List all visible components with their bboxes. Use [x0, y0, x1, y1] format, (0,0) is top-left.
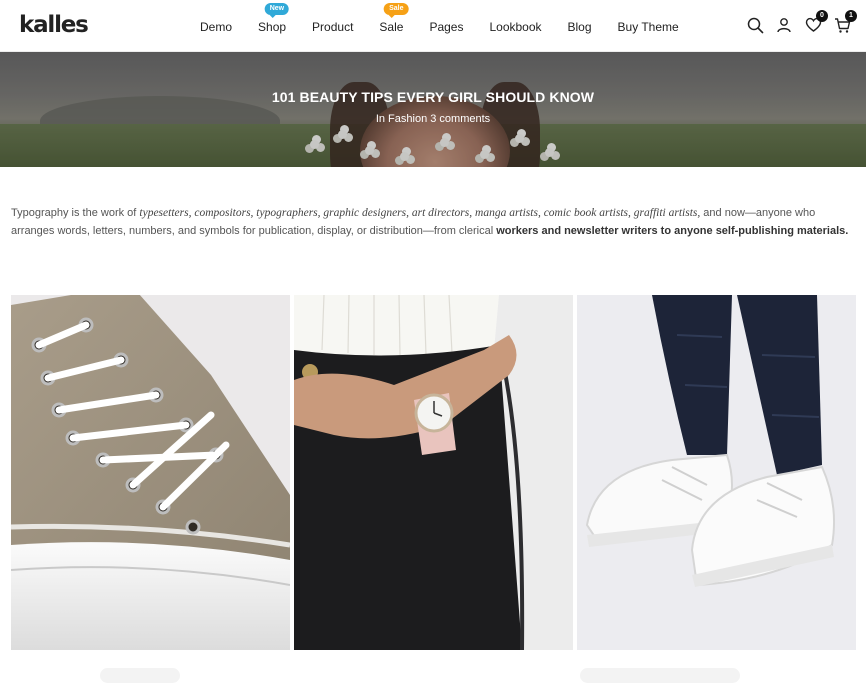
wristwatch-photo [294, 295, 573, 650]
user-icon [777, 18, 791, 33]
logo[interactable]: kalles [19, 12, 89, 38]
gallery-image-sneaker[interactable] [11, 295, 290, 650]
intro-italic-text: typesetters, compositors, typographers, … [139, 207, 701, 219]
cart-count: 1 [845, 10, 857, 22]
nav-item-label: Product [312, 20, 354, 34]
nav-item-product[interactable]: Product [312, 18, 353, 34]
search-icon [747, 17, 763, 33]
wishlist-button[interactable]: 0 [803, 10, 828, 36]
white-sneakers-photo [577, 295, 856, 650]
nav-item-label: Pages [429, 20, 464, 34]
image-gallery [11, 295, 856, 650]
post-title: 101 BEAUTY TIPS EVERY GIRL SHOULD KNOW [271, 89, 595, 105]
nav-item-label: Demo [200, 20, 233, 34]
cart-button[interactable]: 1 [832, 10, 857, 36]
sale-badge: Sale [384, 3, 409, 18]
next-row-image-edge [580, 668, 740, 683]
header-actions: 0 1 [736, 10, 857, 36]
nav-item-shop[interactable]: New Shop [258, 3, 290, 34]
hero-overlay [0, 52, 866, 167]
next-row-image-edge [100, 668, 180, 683]
nav-item-label: Sale [379, 20, 404, 34]
hero-banner: 101 BEAUTY TIPS EVERY GIRL SHOULD KNOW I… [0, 52, 866, 167]
nav-item-sale[interactable]: Sale Sale [379, 3, 409, 34]
intro-text: Typography is the work of [11, 207, 140, 219]
site-header: kalles Demo New Shop Product Sale Sale P… [0, 0, 866, 52]
nav-item-label: Lookbook [489, 20, 542, 34]
wishlist-count: 0 [816, 10, 828, 22]
nav-item-blog[interactable]: Blog [568, 18, 592, 34]
nav-item-label: Blog [567, 20, 592, 34]
gallery-image-watch[interactable] [294, 295, 573, 650]
nav-item-buy-theme[interactable]: Buy Theme [618, 18, 679, 34]
nav-item-label: Buy Theme [617, 20, 679, 34]
post-meta[interactable]: In Fashion 3 comments [0, 113, 866, 125]
high-top-sneaker-photo [11, 295, 290, 650]
nav-item-demo[interactable]: Demo [200, 18, 232, 34]
nav-item-pages[interactable]: Pages [429, 18, 463, 34]
account-button[interactable] [774, 14, 794, 36]
main-nav: Demo New Shop Product Sale Sale Pages Lo… [200, 0, 705, 52]
nav-item-lookbook[interactable]: Lookbook [489, 18, 541, 34]
new-badge: New [264, 3, 290, 18]
search-button[interactable] [745, 14, 765, 36]
gallery-image-white-sneakers[interactable] [577, 295, 856, 650]
nav-item-label: Shop [258, 20, 287, 34]
article-intro: Typography is the work of typesetters, c… [11, 204, 856, 240]
intro-bold-text: workers and newsletter writers to anyone… [496, 225, 849, 237]
